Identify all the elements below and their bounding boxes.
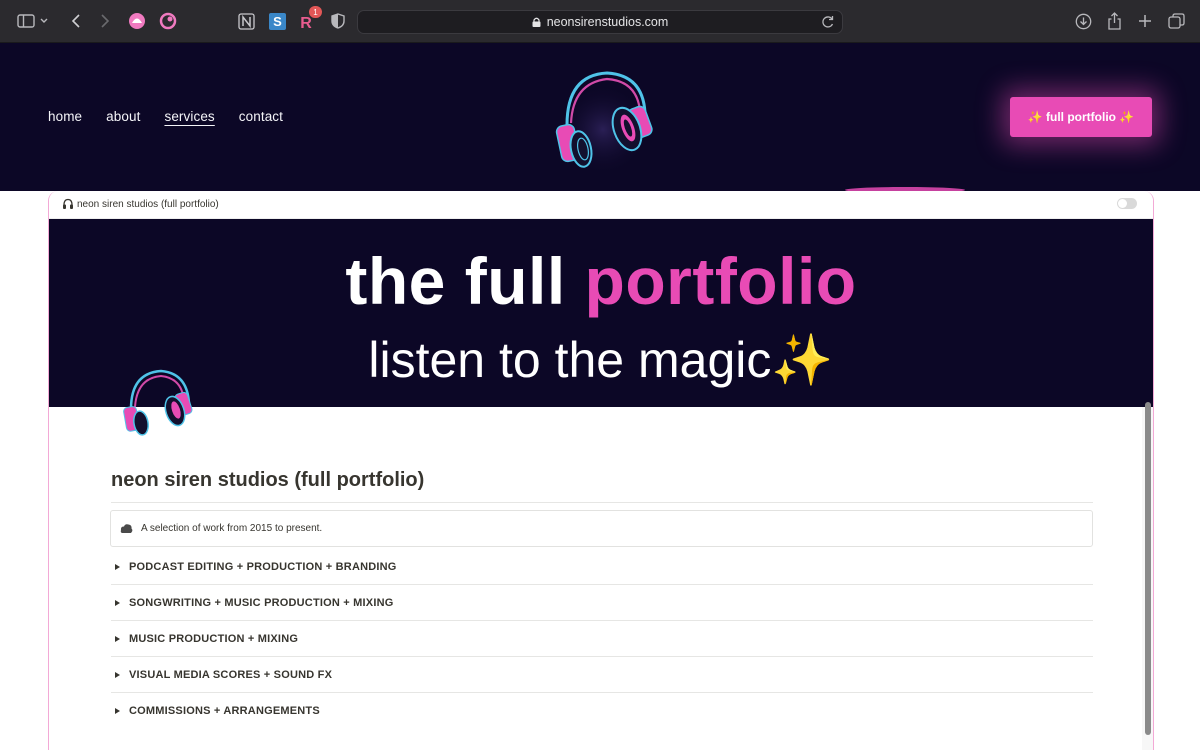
- reload-icon[interactable]: [820, 14, 836, 30]
- extension-pink-icon[interactable]: [127, 11, 147, 31]
- toggle-music-production[interactable]: MUSIC PRODUCTION + MIXING: [111, 621, 1093, 657]
- toggle-label: SONGWRITING + MUSIC PRODUCTION + MIXING: [129, 596, 394, 609]
- extension-pink-ring-icon[interactable]: [158, 11, 178, 31]
- toggle-label: COMMISSIONS + ARRANGEMENTS: [129, 705, 320, 717]
- extension-badge: 1: [309, 6, 322, 18]
- banner-title-pink: portfolio: [584, 244, 857, 318]
- url-text: neonsirenstudios.com: [546, 15, 669, 29]
- triangle-right-icon: [115, 708, 120, 714]
- toggle-podcast[interactable]: PODCAST EDITING + PRODUCTION + BRANDING: [111, 549, 1093, 585]
- notion-icon[interactable]: [236, 11, 256, 31]
- address-bar[interactable]: neonsirenstudios.com: [357, 10, 843, 34]
- page-headphones-icon: [123, 369, 193, 436]
- embedded-portfolio-frame: neon siren studios (full portfolio) the …: [48, 191, 1154, 750]
- forward-icon[interactable]: [95, 11, 115, 31]
- chevron-down-icon[interactable]: [38, 11, 50, 31]
- tabs-icon[interactable]: [1166, 11, 1186, 31]
- nav-home[interactable]: home: [48, 109, 82, 124]
- scrollbar-thumb[interactable]: [1145, 402, 1151, 735]
- toggle-label: PODCAST EDITING + PRODUCTION + BRANDING: [129, 560, 397, 573]
- headphones-small-icon: [63, 198, 73, 209]
- svg-text:S: S: [273, 14, 282, 29]
- toggle-label: VISUAL MEDIA SCORES + SOUND FX: [129, 668, 333, 681]
- lock-icon: [532, 17, 541, 27]
- sidebar-icon[interactable]: [16, 11, 36, 31]
- cover-banner: the full portfolio listen to the magic✨: [49, 219, 1153, 407]
- simplenote-icon[interactable]: S: [267, 11, 287, 31]
- nav-services[interactable]: services: [164, 109, 214, 124]
- sparkle-icon: ✨: [771, 332, 834, 388]
- browser-toolbar: S R 1 neonsirenstudios.com: [0, 0, 1200, 43]
- share-icon[interactable]: [1104, 11, 1124, 31]
- triangle-right-icon: [115, 671, 120, 678]
- embed-header-bar: neon siren studios (full portfolio): [49, 191, 1153, 219]
- nav-contact[interactable]: contact: [239, 109, 283, 124]
- triangle-right-icon: [115, 599, 120, 606]
- toggle-label: MUSIC PRODUCTION + MIXING: [129, 632, 299, 645]
- cloud-icon: [120, 523, 133, 533]
- download-icon[interactable]: [1073, 11, 1093, 31]
- nav-about[interactable]: about: [106, 109, 140, 124]
- embed-title: neon siren studios (full portfolio): [77, 199, 219, 210]
- callout-text: A selection of work from 2015 to present…: [141, 523, 323, 534]
- banner-subtitle: listen to the magic✨: [49, 331, 1153, 390]
- callout-box: A selection of work from 2015 to present…: [110, 510, 1093, 547]
- back-icon[interactable]: [66, 11, 86, 31]
- full-portfolio-button[interactable]: ✨ full portfolio ✨: [1010, 97, 1152, 137]
- headphones-logo-icon[interactable]: [545, 63, 655, 173]
- embed-toggle-switch[interactable]: [1117, 198, 1137, 209]
- toggle-visual-media[interactable]: VISUAL MEDIA SCORES + SOUND FX: [111, 657, 1093, 693]
- toggle-commissions[interactable]: COMMISSIONS + ARRANGEMENTS: [111, 693, 1093, 729]
- triangle-right-icon: [115, 635, 120, 642]
- toggle-list: PODCAST EDITING + PRODUCTION + BRANDING …: [111, 549, 1093, 729]
- banner-title-white: the full: [345, 244, 585, 318]
- divider: [111, 502, 1093, 503]
- banner-subtitle-text: listen to the magic: [368, 332, 772, 388]
- toggle-songwriting[interactable]: SONGWRITING + MUSIC PRODUCTION + MIXING: [111, 585, 1093, 621]
- triangle-right-icon: [115, 563, 120, 570]
- main-nav: home about services contact: [48, 109, 307, 124]
- banner-title: the full portfolio: [49, 243, 1153, 319]
- shield-icon[interactable]: [328, 11, 348, 31]
- new-tab-icon[interactable]: [1135, 11, 1155, 31]
- site-header: home about services contact ✨ full portf…: [0, 43, 1200, 193]
- page-title: neon siren studios (full portfolio): [111, 469, 425, 491]
